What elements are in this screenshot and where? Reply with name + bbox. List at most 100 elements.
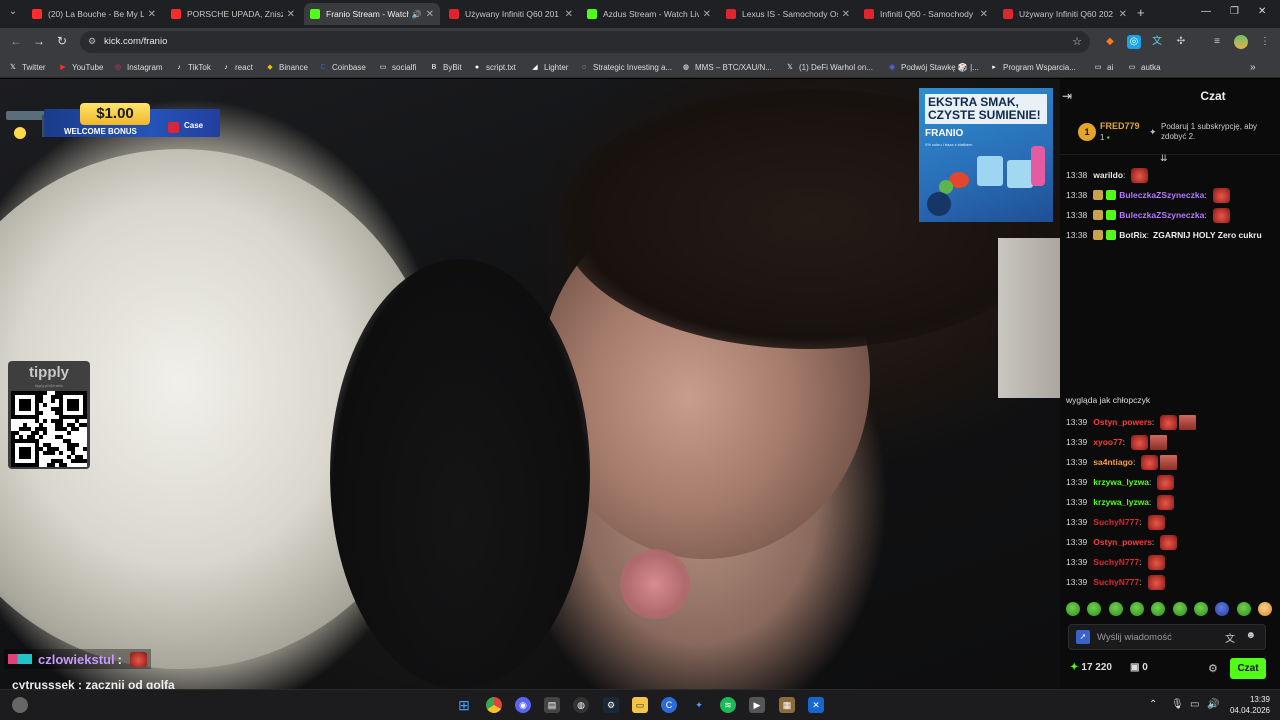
channel-points[interactable]: ✦ 17 220 <box>1070 662 1112 673</box>
obs-icon[interactable]: ◍ <box>573 697 589 713</box>
chat-sort-icon[interactable]: ⇊ <box>1160 153 1168 164</box>
app-game-icon[interactable]: ▦ <box>779 697 795 713</box>
app-icon[interactable]: ▤ <box>544 697 560 713</box>
emote-icon[interactable] <box>1215 602 1230 616</box>
url-text[interactable]: kick.com/franio <box>104 36 167 47</box>
chrome-icon[interactable] <box>486 697 502 713</box>
close-tab-icon[interactable]: ✕ <box>565 9 573 20</box>
bookmark-item[interactable]: ◌ Strategic Investing a... <box>579 61 672 73</box>
send-chat-button[interactable]: Czat <box>1230 658 1266 679</box>
chat-message[interactable]: 13:39 SuchyN777: <box>1066 554 1165 570</box>
close-window-icon[interactable]: ✕ <box>1258 6 1266 17</box>
extension-blue-icon[interactable]: ◎ <box>1127 35 1141 49</box>
tab-search-icon[interactable]: ⌄ <box>4 6 22 22</box>
bookmark-item[interactable]: ▸ Program Wsparcia... <box>989 61 1076 73</box>
close-tab-icon[interactable]: ✕ <box>287 9 295 20</box>
close-tab-icon[interactable]: ✕ <box>426 9 434 20</box>
emote-icon[interactable] <box>1108 602 1123 616</box>
restore-icon[interactable]: ❐ <box>1230 6 1239 17</box>
bookmark-item[interactable]: 𝕏 Twitter <box>8 61 45 73</box>
chat-rules-icon[interactable]: ➚ <box>1076 630 1090 644</box>
message-user[interactable]: Ostyn_powers <box>1093 417 1152 427</box>
message-user[interactable]: krzywa_lyzwa <box>1093 497 1149 507</box>
discord-icon[interactable]: ◉ <box>515 697 531 713</box>
pinned-user[interactable]: FRED779 <box>1100 121 1140 131</box>
close-tab-icon[interactable]: ✕ <box>1119 9 1127 20</box>
chat-message[interactable]: 13:39 SuchyN777: <box>1066 514 1165 530</box>
file-explorer-icon[interactable]: ▭ <box>632 697 648 713</box>
chat-message[interactable]: 13:38 BuleczkaZSzyneczka: <box>1066 187 1230 203</box>
stream-video[interactable]: $1.00 WELCOME BONUS Case tipply tipply.p… <box>0 79 1060 689</box>
app-tool-icon[interactable]: ✦ <box>691 697 707 713</box>
bookmark-item[interactable]: ♪ react <box>221 61 253 73</box>
chat-message[interactable]: 13:38 BotRix: ZGARNIJ HOLY Zero cukru <box>1066 227 1262 243</box>
address-bar[interactable]: ⚙ kick.com/franio ☆ <box>80 31 1090 53</box>
emote-icon[interactable] <box>1172 602 1187 616</box>
emote-icon[interactable] <box>1193 602 1208 616</box>
spotify-icon[interactable]: ≋ <box>720 697 736 713</box>
message-user[interactable]: BuleczkaZSzyneczka <box>1119 190 1204 200</box>
extension-fox-icon[interactable]: ◆ <box>1103 35 1117 49</box>
weather-icon[interactable] <box>12 697 28 713</box>
bookmark-item[interactable]: ◍ MMS – BTC/XAU/N... <box>681 61 772 73</box>
profile-avatar[interactable] <box>1234 35 1248 49</box>
chat-message[interactable]: 13:39 krzywa_lyzwa: <box>1066 474 1175 490</box>
subs-count[interactable]: ▣ 0 <box>1130 662 1148 673</box>
message-user[interactable]: SuchyN777 <box>1093 577 1139 587</box>
close-tab-icon[interactable]: ✕ <box>703 9 711 20</box>
browser-tab[interactable]: Infiniti Q60 - Samochody ✕ <box>858 3 994 25</box>
chat-message[interactable]: 13:39 SuchyN777: <box>1066 574 1165 590</box>
browser-tab[interactable]: Używany Infiniti Q60 201 ✕ <box>443 3 579 25</box>
bookmark-item[interactable]: ◎ Instagram <box>113 61 163 73</box>
app-media-icon[interactable]: ▶ <box>749 697 765 713</box>
bookmark-item[interactable]: ▭ autka <box>1127 61 1161 73</box>
minimize-icon[interactable]: — <box>1201 6 1211 17</box>
message-user[interactable]: xyoo77 <box>1093 437 1122 447</box>
tray-expand-icon[interactable]: ⌃ <box>1149 699 1157 710</box>
message-user[interactable]: BotRix <box>1119 230 1146 240</box>
emote-icon[interactable] <box>1087 602 1102 616</box>
microphone-icon[interactable]: 🎙 <box>1171 699 1184 710</box>
new-tab-button[interactable]: + <box>1137 5 1145 20</box>
chat-message[interactable]: 13:38 BuleczkaZSzyneczka: <box>1066 207 1230 223</box>
reload-icon[interactable]: ↻ <box>57 34 67 48</box>
translate-icon[interactable]: 文 <box>1225 630 1235 645</box>
emoji-icon[interactable]: ☻ <box>1245 630 1256 641</box>
media-control-icon[interactable]: ≡ <box>1210 35 1224 49</box>
chat-message-input[interactable] <box>1097 630 1217 645</box>
message-user[interactable]: SuchyN777 <box>1093 557 1139 567</box>
message-user[interactable]: warildo <box>1093 170 1123 180</box>
extension-translate-icon[interactable]: 文 <box>1150 35 1164 49</box>
browser-tab[interactable]: PORSCHE UPADA, Zniszcz ✕ <box>165 3 301 25</box>
chat-message[interactable]: 13:39 Ostyn_powers: <box>1066 534 1178 550</box>
bookmark-item[interactable]: ◆ Binance <box>265 61 308 73</box>
emote-icon[interactable] <box>1151 602 1166 616</box>
emote-icon[interactable] <box>1236 602 1251 616</box>
back-icon[interactable]: ← <box>10 34 22 48</box>
pinned-gift-banner[interactable]: 1 FRED779 1 ▪ ✦ Podaruj 1 subskrypcję, a… <box>1060 113 1280 155</box>
extensions-puzzle-icon[interactable]: ✣ <box>1174 35 1188 49</box>
bookmark-item[interactable]: B ByBit <box>429 61 462 73</box>
bookmark-item[interactable]: ▭ ai <box>1093 61 1114 73</box>
chat-message[interactable]: 13:39 xyoo77: <box>1066 434 1167 450</box>
app-x-icon[interactable]: ✕ <box>808 697 824 713</box>
emote-icon[interactable] <box>1129 602 1144 616</box>
bookmark-item[interactable]: ◉ Podwój Stawkę 🎲 |... <box>887 61 979 73</box>
close-tab-icon[interactable]: ✕ <box>148 9 156 20</box>
message-user[interactable]: SuchyN777 <box>1093 517 1139 527</box>
more-bookmarks-icon[interactable]: » <box>1250 61 1256 73</box>
bookmark-item[interactable]: 𝕏 (1) DeFi Warhol on... <box>785 61 873 73</box>
taskbar-clock[interactable]: 13:39 04.04.2026 <box>1226 694 1270 716</box>
message-user[interactable]: BuleczkaZSzyneczka <box>1119 210 1204 220</box>
browser-tab[interactable]: Franio Stream - Watch 🔊 ✕ <box>304 3 440 25</box>
close-tab-icon[interactable]: ✕ <box>842 9 850 20</box>
tab-audio-icon[interactable]: 🔊 <box>412 10 422 19</box>
chat-settings-icon[interactable]: ⚙ <box>1208 662 1218 675</box>
network-icon[interactable]: ▭ <box>1190 699 1199 710</box>
steam-icon[interactable]: ⚙ <box>603 697 619 713</box>
emote-icon[interactable] <box>1066 602 1080 616</box>
app-c-icon[interactable]: C <box>661 697 677 713</box>
bookmark-item[interactable]: ▭ socialfi <box>378 61 417 73</box>
browser-tab[interactable]: Azdus Stream - Watch Liv ✕ <box>581 3 717 25</box>
message-user[interactable]: krzywa_lyzwa <box>1093 477 1149 487</box>
